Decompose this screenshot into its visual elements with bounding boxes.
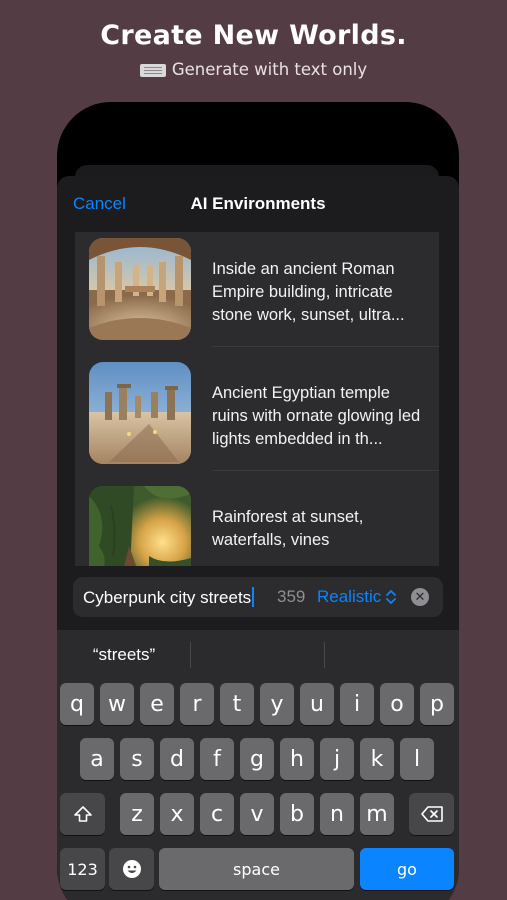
environment-item-roman[interactable]: Inside an ancient Roman Empire building,… [75, 232, 439, 356]
environment-thumbnail [89, 486, 191, 572]
key-v[interactable]: v [240, 793, 274, 835]
emoji-icon[interactable] [109, 848, 154, 890]
key-y[interactable]: y [260, 683, 294, 725]
shift-icon[interactable] [60, 793, 105, 835]
environment-list[interactable]: Inside an ancient Roman Empire building,… [75, 232, 439, 572]
go-key[interactable]: go [360, 848, 454, 890]
prompt-input[interactable]: Cyberpunk city streets [83, 587, 255, 608]
key-w[interactable]: w [100, 683, 134, 725]
suggestion-1[interactable]: “streets” [57, 630, 191, 680]
text-caret [252, 587, 255, 607]
suggestion-bar: “streets” [57, 630, 459, 680]
key-k[interactable]: k [360, 738, 394, 780]
key-b[interactable]: b [280, 793, 314, 835]
key-g[interactable]: g [240, 738, 274, 780]
key-z[interactable]: z [120, 793, 154, 835]
key-d[interactable]: d [160, 738, 194, 780]
keyboard-icon [139, 64, 166, 77]
key-x[interactable]: x [160, 793, 194, 835]
style-select[interactable]: Realistic [317, 587, 397, 607]
key-f[interactable]: f [200, 738, 234, 780]
environment-description: Ancient Egyptian temple ruins with ornat… [212, 384, 421, 448]
nav-bar: Cancel AI Environments [57, 176, 459, 232]
style-select-value: Realistic [317, 587, 382, 606]
key-m[interactable]: m [360, 793, 394, 835]
key-q[interactable]: q [60, 683, 94, 725]
suggestion-3[interactable] [325, 630, 459, 680]
backspace-icon[interactable] [409, 793, 454, 835]
row-divider [212, 346, 439, 347]
environment-description: Inside an ancient Roman Empire building,… [212, 260, 405, 324]
prompt-field[interactable]: Cyberpunk city streets 359 Realistic ✕ [73, 577, 443, 617]
environment-thumbnail [89, 238, 191, 340]
key-n[interactable]: n [320, 793, 354, 835]
key-o[interactable]: o [380, 683, 414, 725]
chevron-up-down-icon [386, 590, 397, 604]
clear-x-icon[interactable]: ✕ [411, 588, 429, 606]
phone-frame: Cancel AI Environments Inside an ancient… [57, 102, 459, 900]
environment-thumbnail [89, 362, 191, 464]
row-divider [212, 470, 439, 471]
numbers-key[interactable]: 123 [60, 848, 105, 890]
environment-item-egyptian[interactable]: Ancient Egyptian temple ruins with ornat… [75, 356, 439, 480]
key-p[interactable]: p [420, 683, 454, 725]
key-e[interactable]: e [140, 683, 174, 725]
sheet-title: AI Environments [190, 194, 326, 213]
key-s[interactable]: s [120, 738, 154, 780]
key-r[interactable]: r [180, 683, 214, 725]
space-key[interactable]: space [159, 848, 354, 890]
suggestion-2[interactable] [191, 630, 325, 680]
key-l[interactable]: l [400, 738, 434, 780]
environment-item-rainforest[interactable]: Rainforest at sunset, waterfalls, vines [75, 480, 439, 572]
keyboard: “streets” q w e r t y u i o p a s d f g … [57, 630, 459, 900]
key-t[interactable]: t [220, 683, 254, 725]
key-a[interactable]: a [80, 738, 114, 780]
promo-headline: Create New Worlds. [100, 20, 407, 51]
environment-description: Rainforest at sunset, waterfalls, vines [212, 508, 364, 549]
promo-subline: Generate with text only [0, 60, 507, 79]
prompt-input-area: Cyberpunk city streets 359 Realistic ✕ [57, 566, 459, 626]
key-c[interactable]: c [200, 793, 234, 835]
prompt-text: Cyberpunk city streets [83, 588, 252, 607]
key-u[interactable]: u [300, 683, 334, 725]
key-i[interactable]: i [340, 683, 374, 725]
promo-subline-text: Generate with text only [171, 60, 368, 79]
remaining-characters: 359 [277, 587, 306, 606]
key-j[interactable]: j [320, 738, 354, 780]
key-h[interactable]: h [280, 738, 314, 780]
